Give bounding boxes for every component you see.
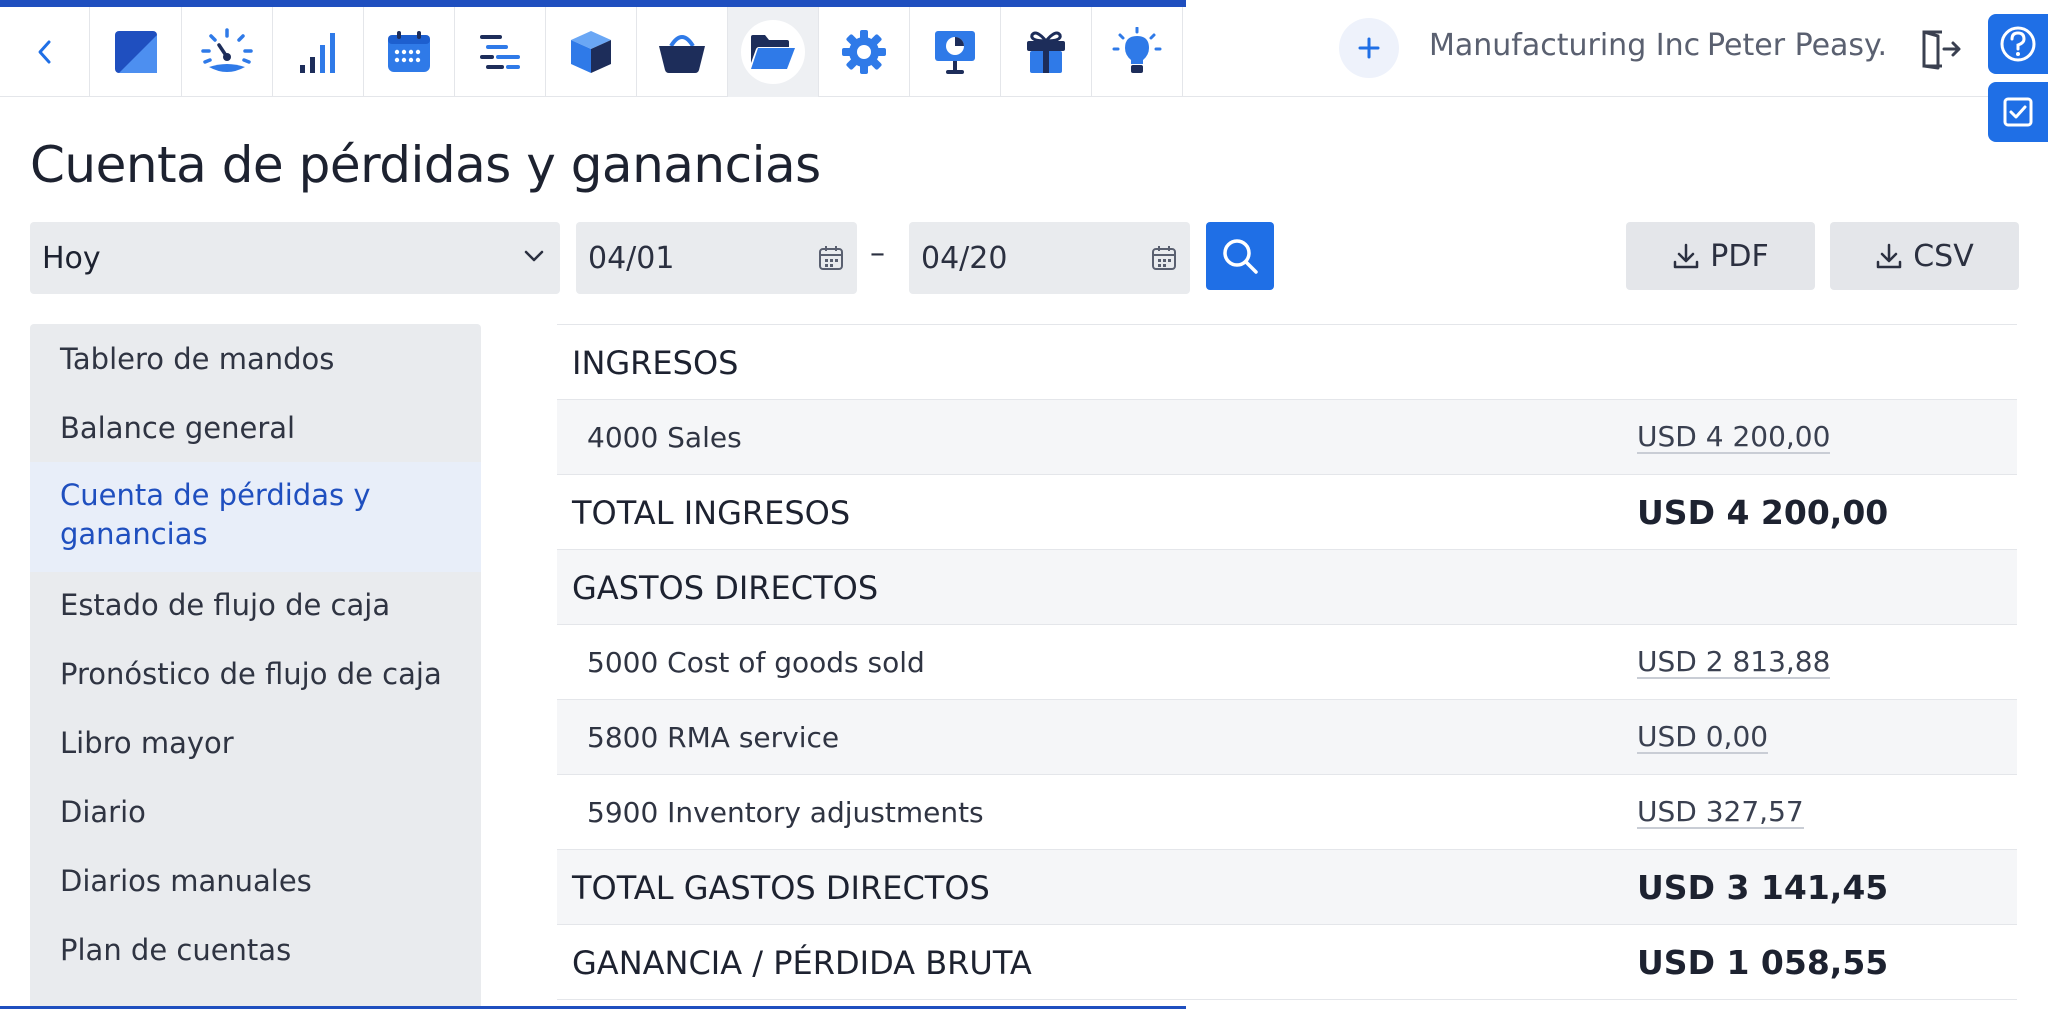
back-button[interactable] (0, 7, 90, 97)
date-separator: – (870, 236, 885, 271)
sidebar-item-cash-flow-statement[interactable]: Estado de flujo de caja (30, 586, 481, 625)
company-name[interactable]: Manufacturing Inc (1429, 28, 1700, 63)
module-products-button[interactable] (546, 7, 637, 97)
report-item-row: 4000 Sales USD 4 200,00 (557, 399, 2017, 474)
row-label: GANANCIA / PÉRDIDA BRUTA (572, 943, 1032, 982)
sidebar-item-balance-sheet[interactable]: Balance general (30, 409, 481, 448)
sidebar-item-profit-and-loss[interactable]: Cuenta de pérdidas y ganancias (30, 462, 481, 572)
row-label: 5900 Inventory adjustments (587, 796, 984, 829)
row-label: GASTOS DIRECTOS (572, 568, 879, 607)
top-bar: Manufacturing Inc Peter Peasy. (0, 0, 2048, 97)
plus-icon (1358, 37, 1380, 59)
module-sales-button[interactable] (637, 7, 728, 97)
sidebar-item-journal[interactable]: Diario (30, 793, 481, 832)
logout-button[interactable] (1916, 26, 1962, 72)
row-amount-link[interactable]: USD 2 813,88 (1637, 646, 1831, 679)
row-amount: USD 4 200,00 (1637, 493, 1889, 532)
csv-label: CSV (1913, 238, 1974, 274)
download-csv-button[interactable]: CSV (1830, 222, 2019, 290)
row-amount-link[interactable]: USD 0,00 (1637, 721, 1769, 754)
row-amount-link[interactable]: USD 4 200,00 (1637, 421, 1831, 454)
date-from-field[interactable]: 04/01 (576, 222, 857, 294)
report-item-row: 5800 RMA service USD 0,00 (557, 699, 2017, 774)
download-icon (1674, 243, 1699, 269)
sidebar-item-general-ledger[interactable]: Libro mayor (30, 724, 481, 763)
add-button[interactable] (1339, 18, 1399, 78)
row-amount-link[interactable]: USD 327,57 (1637, 796, 1804, 829)
row-label: 5000 Cost of goods sold (587, 646, 925, 679)
module-accounting-button[interactable] (728, 7, 819, 97)
module-dashboard-button[interactable] (182, 7, 273, 97)
chevron-down-icon (524, 250, 544, 262)
report-section-row: INGRESOS (557, 324, 2017, 399)
reports-sidebar: Tablero de mandos Balance general Cuenta… (30, 324, 481, 1009)
box-icon (571, 31, 611, 73)
module-settings-button[interactable] (819, 7, 910, 97)
row-amount: USD 1 058,55 (1637, 943, 1889, 982)
checklist-button[interactable] (1988, 82, 2048, 142)
logout-icon (1922, 30, 1961, 70)
module-calendar-button[interactable] (364, 7, 455, 97)
report-total-row: TOTAL GASTOS DIRECTOS USD 3 141,45 (557, 849, 2017, 924)
chevron-left-icon (38, 40, 50, 64)
report-section-row: GASTOS DIRECTOS (557, 549, 2017, 624)
help-button[interactable] (1988, 14, 2048, 74)
list-tree-icon (480, 35, 520, 69)
search-icon (1223, 239, 1258, 274)
row-label: TOTAL GASTOS DIRECTOS (572, 868, 990, 907)
sidebar-item-dashboard[interactable]: Tablero de mandos (30, 340, 481, 379)
dashboard-gauge-icon (201, 28, 253, 72)
module-tasks-button[interactable] (455, 7, 546, 97)
checkbox-icon (2003, 97, 2033, 127)
folder-open-icon (751, 35, 795, 69)
calendar-small-icon[interactable] (817, 244, 845, 272)
gear-icon (842, 30, 886, 74)
module-home-button[interactable] (91, 7, 182, 97)
basket-icon (659, 35, 705, 73)
date-to-field[interactable]: 04/20 (909, 222, 1190, 294)
report-item-row: 5900 Inventory adjustments USD 327,57 (557, 774, 2017, 849)
report-item-row: 5000 Cost of goods sold USD 2 813,88 (557, 624, 2017, 699)
row-label: TOTAL INGRESOS (572, 493, 851, 532)
download-pdf-button[interactable]: PDF (1626, 222, 1815, 290)
report-total-row: TOTAL INGRESOS USD 4 200,00 (557, 474, 2017, 549)
module-ideas-button[interactable] (1092, 7, 1183, 97)
row-label: 4000 Sales (587, 421, 742, 454)
search-button[interactable] (1206, 222, 1274, 290)
lightbulb-icon (1112, 27, 1162, 73)
download-icon (1876, 243, 1902, 269)
module-presentation-button[interactable] (910, 7, 1001, 97)
date-to-value: 04/20 (921, 240, 1008, 276)
date-from-value: 04/01 (588, 240, 675, 276)
row-label: INGRESOS (572, 343, 739, 382)
calendar-small-icon[interactable] (1150, 244, 1178, 272)
top-accent-bar (0, 0, 1186, 7)
period-value: Hoy (42, 240, 101, 276)
module-gift-button[interactable] (1001, 7, 1092, 97)
module-reports-button[interactable] (273, 7, 364, 97)
signal-bars-icon (300, 33, 335, 73)
help-icon (2000, 26, 2036, 62)
sidebar-item-cash-flow-forecast[interactable]: Pronóstico de flujo de caja (30, 655, 481, 694)
gift-icon (1027, 31, 1065, 73)
sidebar-item-manual-journals[interactable]: Diarios manuales (30, 862, 481, 901)
calendar-icon (388, 31, 430, 72)
logo-icon (115, 31, 157, 73)
row-amount: USD 3 141,45 (1637, 868, 1889, 907)
report-total-row: GANANCIA / PÉRDIDA BRUTA USD 1 058,55 (557, 924, 2017, 999)
presentation-chart-icon (935, 31, 975, 74)
page-title: Cuenta de pérdidas y ganancias (30, 136, 821, 194)
sidebar-item-chart-of-accounts[interactable]: Plan de cuentas (30, 931, 481, 970)
row-label: 5800 RMA service (587, 721, 840, 754)
pdf-label: PDF (1710, 238, 1769, 274)
period-select[interactable]: Hoy (30, 222, 560, 294)
user-name[interactable]: Peter Peasy. (1707, 28, 1887, 63)
